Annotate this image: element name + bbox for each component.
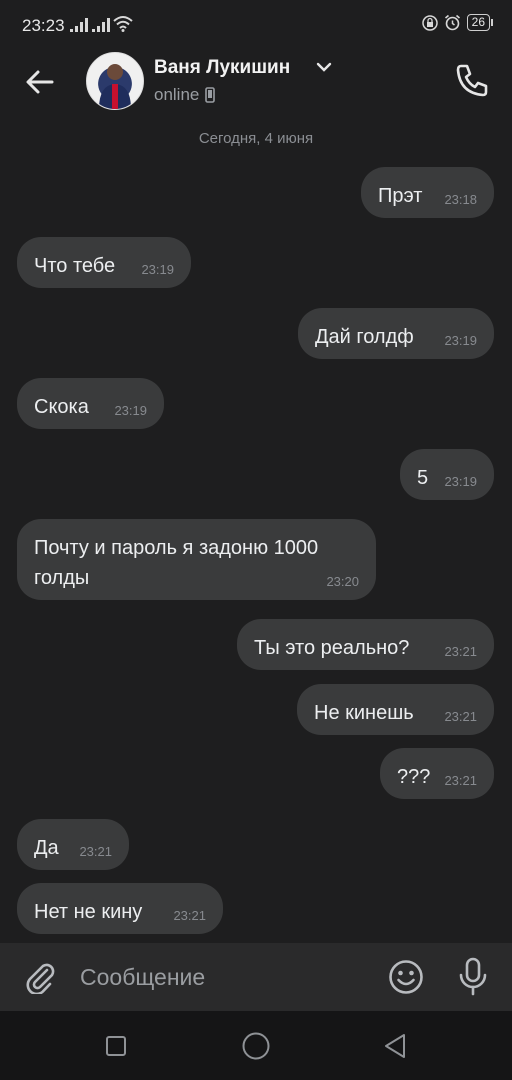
contact-status: online [154, 85, 216, 105]
message-bubble-outgoing[interactable]: Дай голдф 23:19 [298, 308, 494, 359]
mobile-phone-icon [205, 87, 216, 103]
message-text: Скока [34, 396, 89, 418]
back-arrow-icon[interactable] [20, 62, 60, 102]
message-time: 23:19 [114, 403, 147, 418]
message-text: ??? [397, 766, 431, 788]
recent-apps-icon[interactable] [105, 1035, 127, 1057]
message-time: 23:21 [79, 844, 112, 859]
message-time: 23:21 [444, 709, 477, 724]
message-time: 23:21 [444, 644, 477, 659]
message-text: Дай голдф [315, 326, 414, 348]
message-time: 23:18 [444, 192, 477, 207]
message-time: 23:21 [444, 773, 477, 788]
chevron-down-icon[interactable] [316, 62, 332, 72]
message-bubble-outgoing[interactable]: 5 23:19 [400, 449, 494, 500]
message-text: Ты это реально? [254, 637, 410, 659]
message-time: 23:19 [444, 474, 477, 489]
microphone-icon[interactable] [456, 957, 490, 997]
message-time: 23:19 [444, 333, 477, 348]
message-time: 23:20 [326, 574, 359, 589]
message-text: Да [34, 837, 59, 859]
chat-header: Ваня Лукишин online [0, 52, 512, 116]
message-bubble-outgoing[interactable]: Не кинешь 23:21 [297, 684, 494, 735]
message-text: 5 [417, 467, 429, 489]
phone-call-icon[interactable] [452, 60, 492, 100]
cell-signal-icon-2 [92, 18, 110, 32]
message-bubble-incoming[interactable]: Скока 23:19 [17, 378, 164, 429]
avatar-photo [99, 64, 131, 109]
paperclip-icon[interactable] [22, 958, 58, 994]
avatar[interactable] [86, 52, 144, 110]
message-text: Нет не кину [34, 901, 143, 923]
alarm-icon [444, 14, 460, 31]
message-input[interactable] [80, 961, 360, 993]
wifi-icon [113, 16, 133, 32]
system-navigation-bar [0, 1011, 512, 1080]
message-bubble-outgoing[interactable]: ??? 23:21 [380, 748, 494, 799]
home-icon[interactable] [241, 1031, 271, 1061]
lock-rotation-icon [421, 14, 438, 31]
message-text: Не кинешь [314, 702, 414, 724]
status-time: 23:23 [22, 16, 65, 35]
message-bubble-incoming[interactable]: Что тебе 23:19 [17, 237, 191, 288]
message-text: Почту и пароль я задоню 1000 голды [34, 537, 319, 589]
message-text: Прэт [378, 185, 423, 207]
message-time: 23:21 [173, 908, 206, 923]
message-text: Что тебе [34, 255, 116, 277]
message-bubble-incoming[interactable]: Нет не кину 23:21 [17, 883, 223, 934]
message-bubble-outgoing[interactable]: Прэт 23:18 [361, 167, 494, 218]
battery-indicator: 26 [466, 14, 494, 31]
message-bubble-incoming[interactable]: Почту и пароль я задоню 1000 голды 23:20 [17, 519, 376, 600]
date-separator: Сегодня, 4 июня [198, 130, 314, 147]
status-bar: 23:23 26 [0, 0, 512, 52]
contact-name[interactable]: Ваня Лукишин [154, 57, 290, 79]
message-composer [0, 943, 512, 1011]
cell-signal-icon [70, 18, 88, 32]
message-bubble-incoming[interactable]: Да 23:21 [17, 819, 129, 870]
nav-back-icon[interactable] [382, 1032, 408, 1060]
online-status: online [154, 85, 200, 104]
emoji-icon[interactable] [388, 959, 424, 995]
message-bubble-outgoing[interactable]: Ты это реально? 23:21 [237, 619, 494, 670]
message-time: 23:19 [141, 262, 174, 277]
